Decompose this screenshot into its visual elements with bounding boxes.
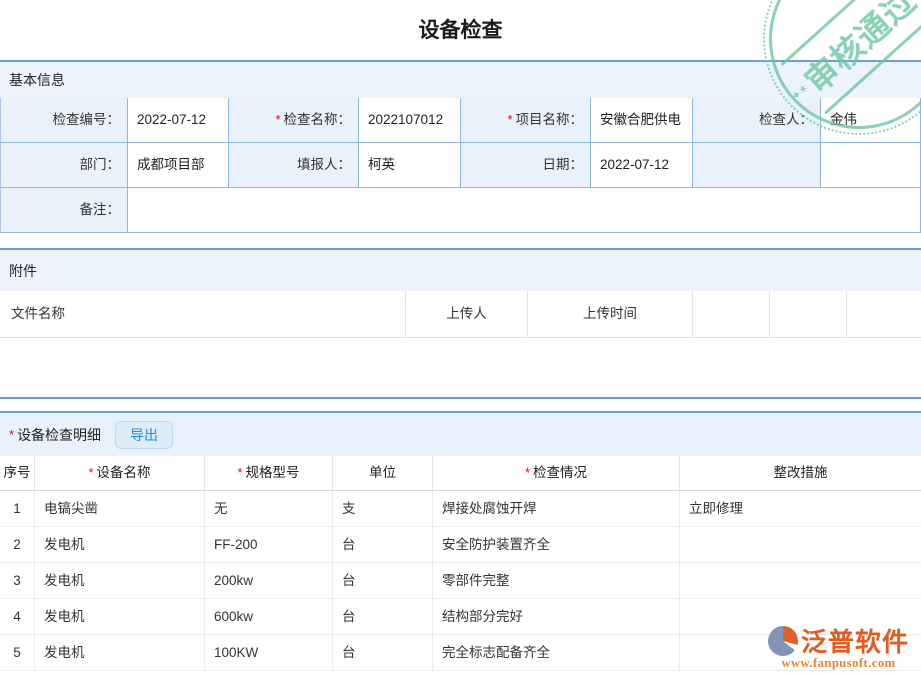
attachments-section-title: 附件 xyxy=(9,261,37,281)
field-label-project-name: *项目名称： xyxy=(461,98,591,143)
required-asterisk: * xyxy=(275,112,280,127)
field-label-filler: 填报人： xyxy=(229,143,359,188)
required-asterisk: * xyxy=(9,427,14,442)
field-label-inspection-name: *检查名称： xyxy=(229,98,359,143)
required-asterisk: * xyxy=(507,112,512,127)
fanpu-logo-icon xyxy=(768,626,798,656)
field-label-remark: 备注： xyxy=(1,188,128,233)
column-header-spec-model: *规格型号 xyxy=(205,456,333,491)
column-header-seq: 序号 xyxy=(0,456,35,491)
column-header-equipment-name: *设备名称 xyxy=(35,456,205,491)
cell-spec-model: FF-200 xyxy=(205,527,333,563)
field-value-department: 成都项目部 xyxy=(128,143,229,188)
basic-info-table: 检查编号： 2022-07-12 *检查名称： 2022107012 *项目名称… xyxy=(0,98,921,233)
field-label-department: 部门： xyxy=(1,143,128,188)
table-row: 3 发电机 200kw 台 零部件完整 xyxy=(0,563,921,599)
column-header-empty xyxy=(770,291,847,338)
column-header-corrective-action: 整改措施 xyxy=(680,456,921,491)
vendor-logo-row: 泛普软件 xyxy=(768,622,909,659)
cell-corrective-action xyxy=(680,563,921,599)
required-asterisk: * xyxy=(88,465,93,480)
vendor-url: www.fanpusoft.com xyxy=(768,656,909,671)
cell-seq: 2 xyxy=(0,527,35,563)
cell-unit: 台 xyxy=(333,599,433,635)
attachments-table-header: 文件名称 上传人 上传时间 xyxy=(0,291,921,338)
cell-equipment-name: 发电机 xyxy=(35,599,205,635)
cell-corrective-action: 立即修理 xyxy=(680,491,921,527)
cell-spec-model: 无 xyxy=(205,491,333,527)
export-button[interactable]: 导出 xyxy=(115,421,173,449)
column-header-upload-time: 上传时间 xyxy=(528,291,693,338)
cell-equipment-name: 发电机 xyxy=(35,563,205,599)
page-title: 设备检查 xyxy=(0,0,921,57)
cell-inspection-status: 安全防护装置齐全 xyxy=(433,527,680,563)
details-section-header: * 设备检查明细 导出 xyxy=(0,413,921,456)
cell-unit: 台 xyxy=(333,635,433,671)
basic-info-section-header: 基本信息 xyxy=(0,60,921,98)
cell-equipment-name: 电镐尖凿 xyxy=(35,491,205,527)
field-value-empty xyxy=(821,143,921,188)
column-header-inspection-status: *检查情况 xyxy=(433,456,680,491)
cell-inspection-status: 焊接处腐蚀开焊 xyxy=(433,491,680,527)
cell-spec-model: 600kw xyxy=(205,599,333,635)
column-header-empty xyxy=(693,291,770,338)
field-value-project-name: 安徽合肥供电 xyxy=(591,98,693,143)
cell-spec-model: 200kw xyxy=(205,563,333,599)
attachments-empty-area xyxy=(0,338,921,397)
field-label-inspection-no: 检查编号： xyxy=(1,98,128,143)
cell-equipment-name: 发电机 xyxy=(35,635,205,671)
cell-unit: 台 xyxy=(333,563,433,599)
cell-equipment-name: 发电机 xyxy=(35,527,205,563)
column-header-uploader: 上传人 xyxy=(406,291,528,338)
cell-seq: 1 xyxy=(0,491,35,527)
field-label-date: 日期： xyxy=(461,143,591,188)
required-asterisk: * xyxy=(525,465,530,480)
field-value-inspection-name: 2022107012 xyxy=(359,98,461,143)
cell-corrective-action xyxy=(680,527,921,563)
column-header-empty xyxy=(847,291,921,338)
details-section-title: 设备检查明细 xyxy=(17,425,101,445)
attachments-panel: 附件 文件名称 上传人 上传时间 xyxy=(0,248,921,399)
field-value-filler: 柯英 xyxy=(359,143,461,188)
table-row: 1 电镐尖凿 无 支 焊接处腐蚀开焊 立即修理 xyxy=(0,491,921,527)
cell-inspection-status: 完全标志配备齐全 xyxy=(433,635,680,671)
cell-inspection-status: 结构部分完好 xyxy=(433,599,680,635)
cell-unit: 台 xyxy=(333,527,433,563)
attachments-section-header: 附件 xyxy=(0,248,921,291)
cell-seq: 4 xyxy=(0,599,35,635)
column-header-file-name: 文件名称 xyxy=(0,291,406,338)
vendor-watermark: 泛普软件 www.fanpusoft.com xyxy=(768,622,909,671)
field-label-inspector: 检查人： xyxy=(693,98,821,143)
cell-unit: 支 xyxy=(333,491,433,527)
equipment-inspection-page: 设备检查 ✦✶ 审核通过 ✦✶ 基本信息 检查编号： 2022-07-12 *检… xyxy=(0,0,921,673)
table-row: 2 发电机 FF-200 台 安全防护装置齐全 xyxy=(0,527,921,563)
cell-spec-model: 100KW xyxy=(205,635,333,671)
details-table-header: 序号 *设备名称 *规格型号 单位 *检查情况 整改措施 xyxy=(0,456,921,491)
cell-seq: 3 xyxy=(0,563,35,599)
basic-info-section-title: 基本信息 xyxy=(9,70,65,90)
field-value-inspection-no: 2022-07-12 xyxy=(128,98,229,143)
column-header-unit: 单位 xyxy=(333,456,433,491)
vendor-brand-name: 泛普软件 xyxy=(801,622,909,659)
cell-seq: 5 xyxy=(0,635,35,671)
field-value-remark xyxy=(128,188,921,233)
field-label-empty xyxy=(693,143,821,188)
field-value-date: 2022-07-12 xyxy=(591,143,693,188)
field-value-inspector: 金伟 xyxy=(821,98,921,143)
cell-inspection-status: 零部件完整 xyxy=(433,563,680,599)
required-asterisk: * xyxy=(237,465,242,480)
